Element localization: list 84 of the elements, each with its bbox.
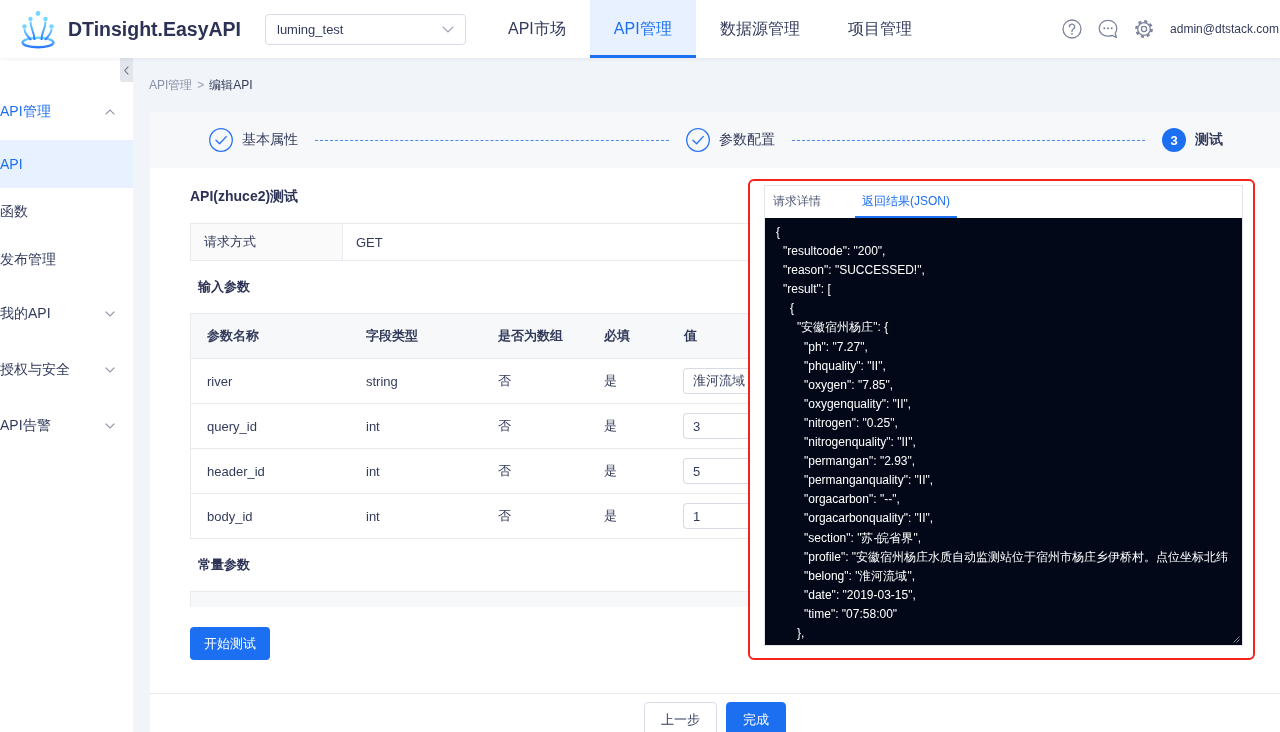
sidebar-item[interactable]: API告警 [0, 398, 133, 454]
request-method-value: GET [355, 233, 384, 252]
code-line: "ph": "7.27", [804, 338, 868, 356]
code-line: "time": "07:58:00" [804, 605, 898, 623]
code-line: "result": [ [783, 281, 831, 299]
code-line: "reason": "SUCCESSED!", [783, 262, 925, 280]
step-label: 测试 [1195, 131, 1223, 149]
table-cell-text: 否 [497, 372, 512, 390]
step-label: 基本属性 [242, 131, 298, 149]
result-tab[interactable]: 请求详情 [766, 186, 828, 218]
project-select[interactable]: luming_test [265, 13, 466, 45]
sidebar-item[interactable]: 授权与安全 [0, 342, 133, 398]
table-header-cell-text: 是否为数组 [497, 327, 564, 345]
code-line: "orgacarbon": "--", [804, 491, 900, 509]
user-email[interactable]: admin@dtstack.com [1170, 22, 1279, 36]
table-cell-text: 是 [603, 462, 618, 480]
nav-tab[interactable]: API市场 [484, 0, 590, 58]
code-line: "permanganquality": "II", [804, 472, 934, 490]
table-cell-text: int [365, 462, 381, 481]
request-method-label: 请求方式 [191, 224, 343, 260]
code-line: "安徽宿州杨庄": { [797, 319, 889, 337]
product-name: DTinsight.EasyAPI [68, 17, 242, 41]
table-cell-text: string [365, 372, 399, 391]
table-cell-text: 是 [603, 372, 618, 390]
table-cell-text: 否 [497, 462, 512, 480]
settings-icon[interactable] [1134, 19, 1155, 39]
table-header-cell-text: 字段类型 [365, 327, 419, 345]
code-line: "nitrogen": "0.25", [804, 414, 898, 432]
sidebar-item[interactable]: API管理 [0, 84, 133, 140]
code-line: { [776, 224, 780, 241]
breadcrumb-separator: > [197, 78, 205, 92]
code-line: }, [797, 624, 805, 642]
code-line: "section": "苏-皖省界", [804, 529, 922, 547]
nav-tab[interactable]: API管理 [589, 0, 696, 58]
table-cell-text: query_id [206, 417, 258, 436]
code-line: "oxygenquality": "II", [804, 395, 912, 413]
finish-button[interactable]: 完成 [726, 702, 786, 732]
nav-tab[interactable]: 项目管理 [823, 0, 936, 58]
param-value-input[interactable]: 淮河流域 [683, 368, 748, 394]
help-icon[interactable] [1062, 19, 1083, 39]
code-line: "nitrogenquality": "II", [804, 434, 916, 452]
breadcrumb-current: 编辑API [209, 76, 253, 94]
table-header-cell-text: 参数名称 [206, 327, 260, 345]
param-value-input[interactable]: 1 [683, 503, 748, 529]
collapse-sidebar-button[interactable] [120, 58, 133, 82]
table-cell-text: 否 [497, 507, 512, 525]
nav-tab[interactable]: 数据源管理 [695, 0, 824, 58]
code-line: { [790, 300, 794, 318]
step-label: 参数配置 [718, 131, 775, 149]
table-cell-text: int [365, 417, 381, 436]
section-heading: 常量参数 [198, 556, 250, 574]
table-cell-text: body_id [206, 507, 254, 526]
sidebar-item[interactable]: 函数 [0, 188, 133, 236]
table-cell-text: 是 [603, 507, 618, 525]
table-header-cell-text: 必填 [603, 327, 631, 345]
section-heading: 输入参数 [198, 278, 250, 296]
previous-step-button[interactable]: 上一步 [644, 702, 717, 732]
table-header-cell-text: 值 [682, 327, 698, 345]
table-cell-text: int [365, 507, 381, 526]
code-line: "date": "2019-03-15", [804, 586, 916, 604]
logo-icon [20, 9, 56, 49]
table-cell-text: 是 [603, 417, 618, 435]
code-line: "orgacarbonquality": "II", [804, 510, 934, 528]
code-line: "phquality": "II", [804, 357, 886, 375]
code-line: "permangan": "2.93", [804, 453, 916, 471]
table-cell-text: river [206, 372, 234, 391]
table-cell-text: 否 [497, 417, 512, 435]
resize-handle-icon[interactable] [1233, 636, 1240, 643]
param-value-input[interactable]: 3 [683, 413, 748, 439]
chat-bubble-icon[interactable] [1098, 19, 1119, 39]
code-line: "belong": "淮河流域", [804, 567, 916, 585]
step-number: 3 [1162, 128, 1186, 152]
code-line: "profile": "安徽宿州杨庄水质自动监测站位于宿州市杨庄乡伊桥村。点位坐标北纬 [804, 548, 1229, 566]
param-value-input[interactable]: 5 [683, 458, 748, 484]
table-cell-text: header_id [206, 462, 266, 481]
form-title: API(zhuce2)测试 [190, 187, 300, 206]
sidebar-item[interactable]: 我的API [0, 286, 133, 342]
sidebar-item[interactable]: 发布管理 [0, 236, 133, 284]
start-test-button[interactable]: 开始测试 [190, 627, 270, 660]
chevron-left-icon [124, 65, 129, 75]
sidebar-item[interactable]: API [0, 140, 133, 188]
code-line: "oxygen": "7.85", [804, 376, 894, 394]
chevron-down-icon [442, 25, 454, 33]
code-line: "resultcode": "200", [783, 243, 886, 261]
